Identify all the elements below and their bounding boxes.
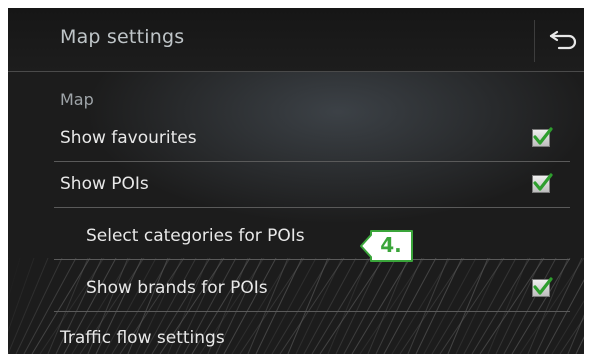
step-callout: 4. bbox=[360, 230, 414, 262]
page-title: Map settings bbox=[60, 26, 185, 48]
section-label-map: Map bbox=[60, 90, 94, 109]
row-show-favourites[interactable]: Show favourites bbox=[54, 116, 570, 162]
checkmark-icon bbox=[533, 277, 553, 295]
checkmark-icon bbox=[533, 173, 553, 191]
checkbox-checked[interactable] bbox=[532, 277, 553, 297]
back-arrow-icon bbox=[549, 30, 577, 50]
row-divider bbox=[54, 207, 570, 208]
row-label: Traffic flow settings bbox=[60, 328, 225, 348]
checkbox-checked[interactable] bbox=[532, 127, 553, 147]
checkbox-checked[interactable] bbox=[532, 173, 553, 193]
row-select-categories-for-pois[interactable]: Select categories for POIs bbox=[54, 214, 570, 260]
row-label: Show favourites bbox=[60, 128, 197, 148]
row-divider bbox=[54, 311, 570, 312]
row-label: Select categories for POIs bbox=[86, 226, 305, 246]
map-settings-screen: Map settings Map Show favourites Show PO… bbox=[8, 8, 584, 354]
header-bar: Map settings bbox=[8, 8, 584, 72]
row-show-brands-for-pois[interactable]: Show brands for POIs bbox=[54, 266, 570, 312]
row-label: Show brands for POIs bbox=[86, 278, 268, 298]
checkmark-icon bbox=[533, 127, 553, 145]
header-divider bbox=[534, 20, 535, 62]
row-traffic-flow-settings[interactable]: Traffic flow settings bbox=[54, 316, 570, 354]
row-show-pois[interactable]: Show POIs bbox=[54, 162, 570, 208]
row-divider bbox=[54, 259, 570, 260]
callout-label: 4. bbox=[380, 233, 402, 257]
back-button[interactable] bbox=[538, 14, 584, 66]
row-label: Show POIs bbox=[60, 174, 149, 194]
